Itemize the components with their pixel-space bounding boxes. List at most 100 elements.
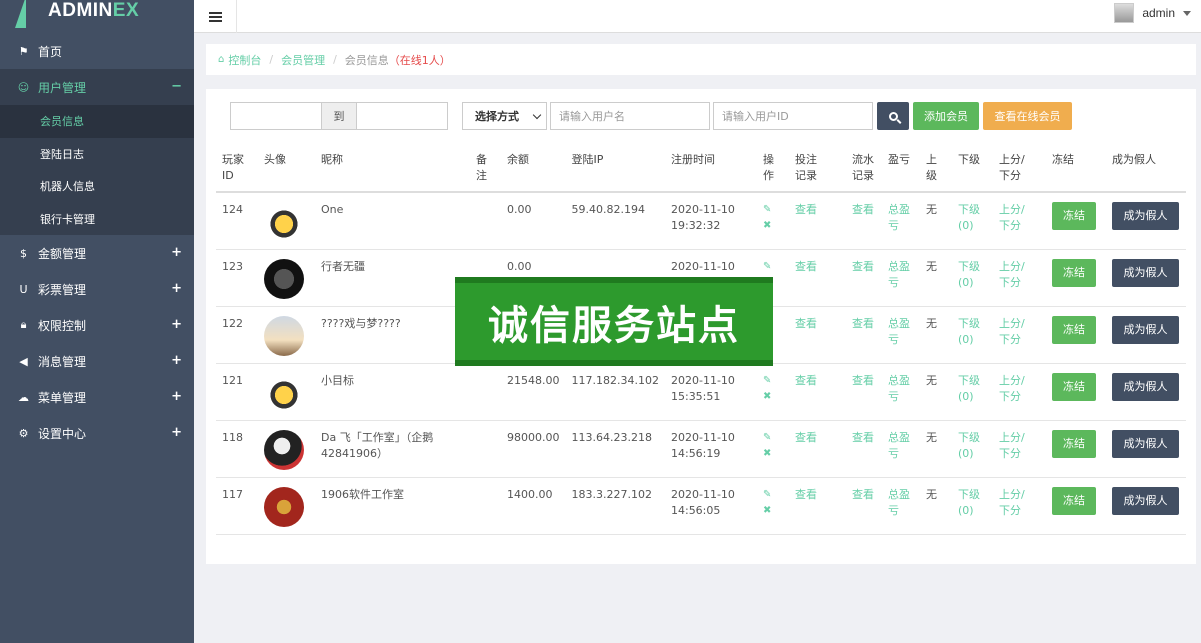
add-score-link[interactable]: 上分/ bbox=[999, 260, 1025, 273]
sidebar-item-user-management[interactable]: ☺ 用户管理 − bbox=[0, 69, 194, 105]
expand-icon[interactable]: + bbox=[171, 245, 182, 260]
add-score-link[interactable]: 上分/ bbox=[999, 203, 1025, 216]
delete-icon[interactable]: ✖ bbox=[763, 446, 783, 462]
view-bet-link[interactable]: 查看 bbox=[795, 260, 817, 273]
freeze-button[interactable]: 冻结 bbox=[1051, 429, 1096, 458]
user-name: admin bbox=[1142, 6, 1175, 20]
profit-loss-link[interactable]: 总盈亏 bbox=[888, 431, 910, 460]
delete-icon[interactable]: ✖ bbox=[763, 503, 783, 519]
delete-icon[interactable]: ✖ bbox=[763, 389, 783, 405]
sidebar-item-settings[interactable]: ⚙ 设置中心 + bbox=[0, 415, 194, 451]
view-bet-link[interactable]: 查看 bbox=[795, 488, 817, 501]
cell-updown: 上分/下分 bbox=[992, 363, 1046, 421]
view-flow-link[interactable]: 查看 bbox=[852, 260, 874, 273]
subordinate-link[interactable]: 下级 (0) bbox=[958, 431, 980, 460]
subordinate-link[interactable]: 下级 (0) bbox=[958, 488, 980, 517]
add-score-link[interactable]: 上分/ bbox=[999, 431, 1025, 444]
cloud-icon: ☁ bbox=[18, 390, 29, 404]
edit-icon[interactable]: ✎ bbox=[763, 202, 783, 218]
sidebar-subitem-bank-card[interactable]: 银行卡管理 bbox=[0, 203, 194, 236]
collapse-icon[interactable]: − bbox=[171, 79, 182, 94]
sidebar-item-messages[interactable]: ◀ 消息管理 + bbox=[0, 343, 194, 379]
freeze-button[interactable]: 冻结 bbox=[1051, 258, 1096, 287]
edit-icon[interactable]: ✎ bbox=[763, 373, 783, 389]
sub-score-link[interactable]: 下分 bbox=[999, 219, 1021, 232]
view-flow-link[interactable]: 查看 bbox=[852, 431, 874, 444]
sidebar-item-permissions[interactable]: 🔒︎ 权限控制 + bbox=[0, 307, 194, 343]
freeze-button[interactable]: 冻结 bbox=[1051, 315, 1096, 344]
date-to-input[interactable] bbox=[356, 102, 448, 130]
sub-score-link[interactable]: 下分 bbox=[999, 276, 1021, 289]
cell-note bbox=[470, 192, 501, 250]
sidebar-item-money[interactable]: $ 金额管理 + bbox=[0, 235, 194, 271]
edit-icon[interactable]: ✎ bbox=[763, 487, 783, 503]
user-menu[interactable]: admin bbox=[1114, 0, 1191, 26]
profit-loss-link[interactable]: 总盈亏 bbox=[888, 374, 910, 403]
view-bet-link[interactable]: 查看 bbox=[795, 317, 817, 330]
delete-icon[interactable]: ✖ bbox=[763, 218, 783, 234]
subordinate-link[interactable]: 下级 (0) bbox=[958, 317, 980, 346]
make-fake-button[interactable]: 成为假人 bbox=[1111, 315, 1179, 344]
sidebar-subitem-member-info[interactable]: 会员信息 bbox=[0, 105, 194, 138]
sidebar-item-home[interactable]: ⚑ 首页 bbox=[0, 33, 194, 69]
avatar bbox=[264, 202, 304, 242]
subordinate-link[interactable]: 下级 (0) bbox=[958, 260, 980, 289]
expand-icon[interactable]: + bbox=[171, 353, 182, 368]
expand-icon[interactable]: + bbox=[171, 281, 182, 296]
cell-updown: 上分/下分 bbox=[992, 420, 1046, 478]
view-bet-link[interactable]: 查看 bbox=[795, 374, 817, 387]
add-score-link[interactable]: 上分/ bbox=[999, 488, 1025, 501]
sidebar-item-menu[interactable]: ☁ 菜单管理 + bbox=[0, 379, 194, 415]
mode-select[interactable]: 选择方式 bbox=[462, 102, 547, 130]
expand-icon[interactable]: + bbox=[171, 317, 182, 332]
expand-icon[interactable]: + bbox=[171, 389, 182, 404]
breadcrumb-section-link[interactable]: 会员管理 bbox=[281, 52, 325, 68]
profit-loss-link[interactable]: 总盈亏 bbox=[888, 260, 910, 289]
subordinate-link[interactable]: 下级 (0) bbox=[958, 374, 980, 403]
sub-score-link[interactable]: 下分 bbox=[999, 333, 1021, 346]
cell-id: 122 bbox=[216, 306, 258, 364]
cell-op: ✎ ✖ bbox=[756, 477, 789, 535]
sub-score-link[interactable]: 下分 bbox=[999, 390, 1021, 403]
view-online-button[interactable]: 查看在线会员 bbox=[983, 102, 1072, 130]
profit-loss-link[interactable]: 总盈亏 bbox=[888, 203, 910, 232]
sidebar-subitem-robot-info[interactable]: 机器人信息 bbox=[0, 170, 194, 203]
edit-icon[interactable]: ✎ bbox=[763, 430, 783, 446]
cell-id: 117 bbox=[216, 477, 258, 535]
freeze-button[interactable]: 冻结 bbox=[1051, 372, 1096, 401]
cell-nick: Da 飞「工作室」（企鹅 42841906） bbox=[315, 420, 470, 478]
breadcrumb-home-link[interactable]: 控制台 bbox=[228, 52, 261, 68]
view-flow-link[interactable]: 查看 bbox=[852, 317, 874, 330]
sub-score-link[interactable]: 下分 bbox=[999, 504, 1021, 517]
search-button[interactable] bbox=[877, 102, 909, 130]
username-input[interactable] bbox=[550, 102, 710, 130]
expand-icon[interactable]: + bbox=[171, 425, 182, 440]
make-fake-button[interactable]: 成为假人 bbox=[1111, 258, 1179, 287]
edit-icon[interactable]: ✎ bbox=[763, 259, 783, 275]
make-fake-button[interactable]: 成为假人 bbox=[1111, 372, 1179, 401]
add-member-button[interactable]: 添加会员 bbox=[913, 102, 979, 130]
view-flow-link[interactable]: 查看 bbox=[852, 203, 874, 216]
add-score-link[interactable]: 上分/ bbox=[999, 374, 1025, 387]
userid-input[interactable] bbox=[713, 102, 873, 130]
table-row: 118 Da 飞「工作室」（企鹅 42841906） 98000.00 113.… bbox=[216, 420, 1186, 478]
menu-toggle-button[interactable] bbox=[194, 0, 237, 33]
profit-loss-link[interactable]: 总盈亏 bbox=[888, 488, 910, 517]
profit-loss-link[interactable]: 总盈亏 bbox=[888, 317, 910, 346]
make-fake-button[interactable]: 成为假人 bbox=[1111, 429, 1179, 458]
sidebar-subitem-login-log[interactable]: 登陆日志 bbox=[0, 138, 194, 171]
subordinate-link[interactable]: 下级 (0) bbox=[958, 203, 980, 232]
sub-score-link[interactable]: 下分 bbox=[999, 447, 1021, 460]
add-score-link[interactable]: 上分/ bbox=[999, 317, 1025, 330]
date-from-input[interactable] bbox=[230, 102, 322, 130]
view-flow-link[interactable]: 查看 bbox=[852, 488, 874, 501]
make-fake-button[interactable]: 成为假人 bbox=[1111, 486, 1179, 515]
freeze-button[interactable]: 冻结 bbox=[1051, 202, 1096, 230]
make-fake-button[interactable]: 成为假人 bbox=[1111, 202, 1179, 230]
view-bet-link[interactable]: 查看 bbox=[795, 431, 817, 444]
view-bet-link[interactable]: 查看 bbox=[795, 203, 817, 216]
freeze-button[interactable]: 冻结 bbox=[1051, 486, 1096, 515]
sidebar-item-lottery[interactable]: U 彩票管理 + bbox=[0, 271, 194, 307]
view-flow-link[interactable]: 查看 bbox=[852, 374, 874, 387]
chevron-down-icon bbox=[532, 110, 542, 119]
